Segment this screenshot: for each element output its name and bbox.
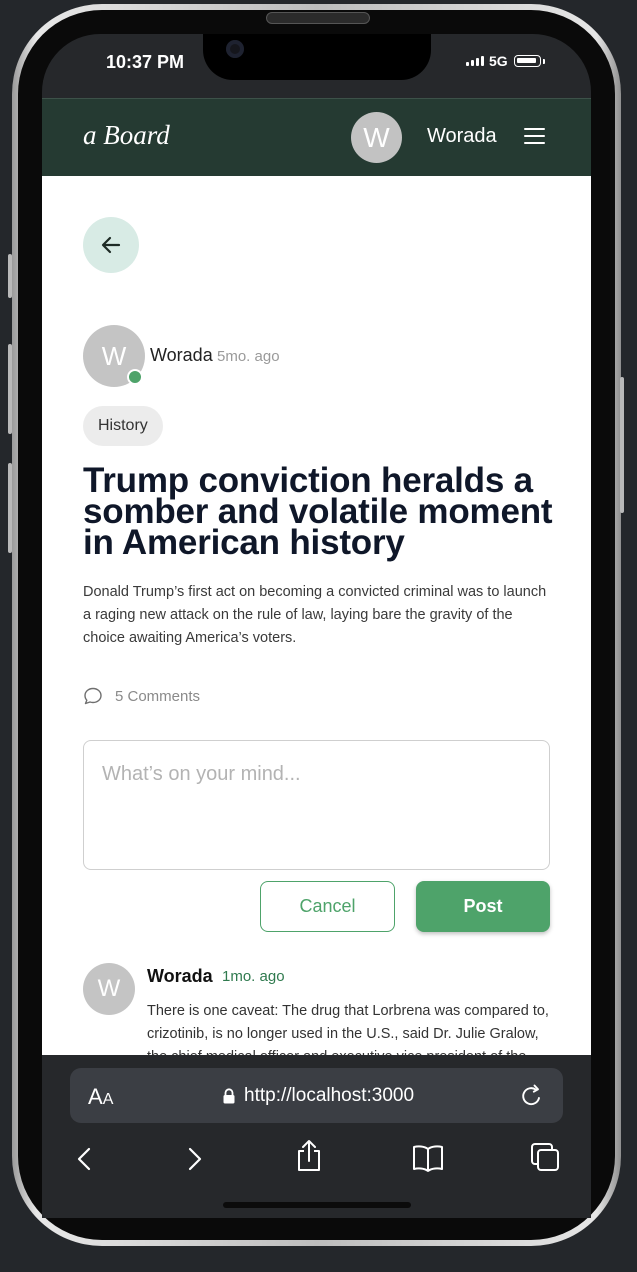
battery-icon <box>514 55 541 67</box>
chevron-right-icon[interactable] <box>179 1144 209 1174</box>
url-text[interactable]: http://localhost:3000 <box>244 1085 414 1107</box>
chevron-left-icon[interactable] <box>70 1144 100 1174</box>
network-type: 5G <box>489 53 508 69</box>
signal-icon <box>466 56 484 66</box>
comment-author[interactable]: Worada <box>147 966 213 987</box>
tabs-icon[interactable] <box>530 1142 560 1172</box>
comment-time-ago: 1mo. ago <box>222 968 285 985</box>
text-size-label-small: A <box>102 1091 114 1108</box>
volume-up-button <box>8 344 12 434</box>
comment-text: There is one caveat: The drug that Lorbr… <box>147 1003 549 1055</box>
power-button <box>620 377 624 513</box>
text-size-label-big: A <box>88 1084 103 1109</box>
comment-list: W Worada 1mo. ago There is one caveat: T… <box>42 176 591 1055</box>
mute-switch <box>8 254 12 298</box>
book-icon[interactable] <box>411 1143 445 1173</box>
volume-down-button <box>8 463 12 553</box>
app-logo[interactable]: a Board <box>83 120 170 151</box>
front-camera <box>226 40 244 58</box>
share-icon[interactable] <box>294 1139 324 1173</box>
comment-avatar[interactable]: W <box>83 963 135 1015</box>
battery-tip <box>543 59 545 64</box>
lock-icon <box>223 1088 235 1104</box>
reload-icon[interactable] <box>520 1083 544 1109</box>
home-indicator <box>223 1202 411 1208</box>
text-size-button[interactable]: AA <box>88 1084 113 1110</box>
hamburger-menu-icon[interactable] <box>524 128 546 146</box>
status-time: 10:37 PM <box>106 52 185 72</box>
speaker-grille <box>266 12 370 24</box>
header-username[interactable]: Worada <box>427 125 497 148</box>
header-avatar[interactable]: W <box>351 112 402 163</box>
